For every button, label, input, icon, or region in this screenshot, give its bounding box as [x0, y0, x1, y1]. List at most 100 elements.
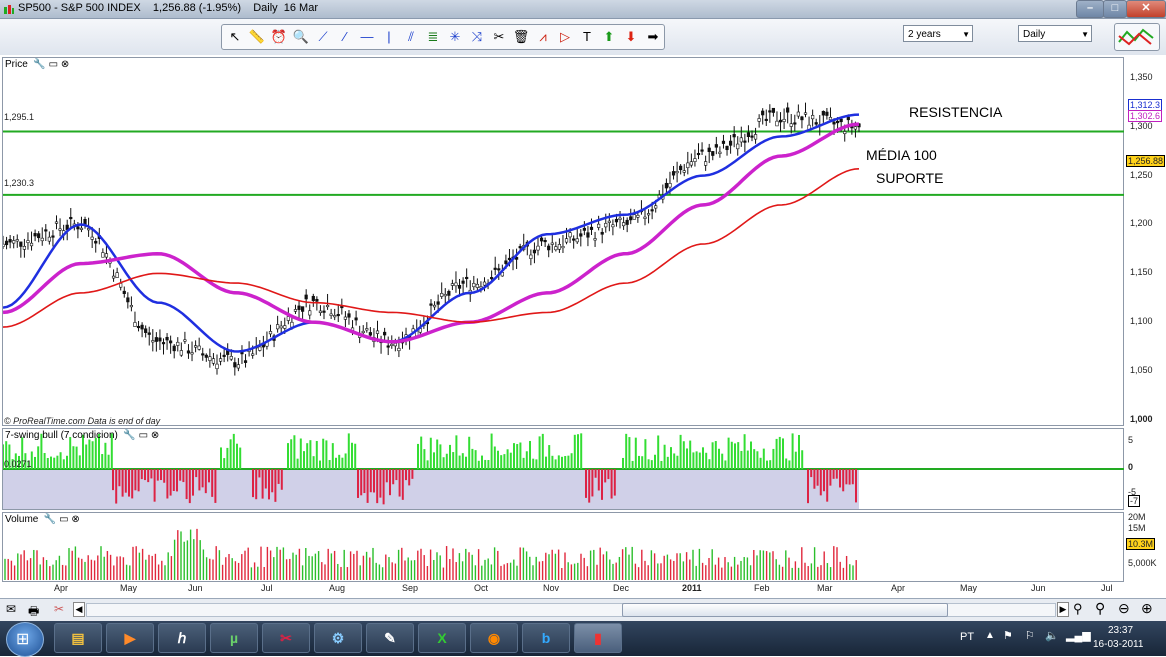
price-candle	[179, 350, 183, 356]
price-candle	[354, 317, 358, 321]
star-icon[interactable]: ✳	[444, 26, 466, 48]
tray-expand-icon[interactable]: ▲	[985, 630, 995, 641]
taskbar-excel[interactable]: X	[418, 623, 466, 653]
line-icon[interactable]: ⟋	[312, 26, 334, 48]
x-axis-tick: Jun	[1031, 583, 1046, 593]
price-candle	[336, 314, 340, 317]
price-candle	[846, 116, 850, 121]
price-candle	[325, 304, 330, 308]
start-button[interactable]: ⊞	[6, 622, 44, 657]
trash-icon[interactable]: 🗑	[510, 26, 532, 48]
vertical-line-icon[interactable]: |	[378, 26, 400, 48]
indicators-button[interactable]	[1114, 23, 1160, 51]
taskbar-media-player[interactable]: ▶	[106, 623, 154, 653]
mail-icon[interactable]: ✉	[6, 602, 16, 616]
price-candle	[4, 240, 9, 246]
flag-icon[interactable]: ⚐	[1025, 629, 1035, 642]
scissors-icon[interactable]: ✂	[488, 26, 510, 48]
close-panel-icon[interactable]: ⊗	[151, 430, 159, 441]
price-candle	[133, 322, 137, 327]
language-indicator[interactable]: PT	[960, 631, 974, 643]
scroll-thumb[interactable]	[622, 603, 948, 617]
price-candle	[550, 242, 554, 245]
price-candle	[554, 246, 558, 251]
close-button[interactable]: ✕	[1126, 0, 1166, 18]
window-icon[interactable]: ▭	[139, 430, 148, 441]
price-candle	[172, 345, 176, 352]
price-y-tick: 1,150	[1130, 267, 1153, 278]
price-candle	[236, 364, 241, 369]
tray-app-icon[interactable]: ⚑	[1003, 629, 1013, 642]
period-select[interactable]: 2 years ▼	[903, 25, 973, 42]
zoom-icon[interactable]: 🔍	[290, 26, 312, 48]
ruler-icon[interactable]: 📏	[246, 26, 268, 48]
wrench-icon[interactable]: 🔧	[44, 514, 56, 525]
pointer-icon[interactable]: ↖	[224, 26, 246, 48]
swing-icon[interactable]: ⤨	[466, 26, 488, 48]
close-panel-icon[interactable]: ⊗	[71, 514, 79, 525]
taskbar-browser[interactable]: b	[522, 623, 570, 653]
auto-scale-icon[interactable]: ⚲	[1073, 601, 1083, 617]
scroll-right-button[interactable]: ▶	[1057, 602, 1069, 617]
price-candle	[147, 332, 151, 335]
window-icon[interactable]: ▭	[59, 514, 68, 525]
zoom-in-icon[interactable]: ⊕	[1141, 600, 1153, 617]
fibonacci-icon[interactable]: ≣	[422, 26, 444, 48]
arrow-right-icon[interactable]: ➡	[642, 26, 664, 48]
price-candle	[12, 240, 16, 244]
price-candle	[743, 140, 747, 143]
price-candle	[632, 214, 636, 220]
taskbar-firefox[interactable]: ◉	[470, 623, 518, 653]
price-candle	[183, 339, 187, 342]
interval-select[interactable]: Daily ▼	[1018, 25, 1092, 42]
alarm-icon[interactable]: ⏰	[268, 26, 290, 48]
taskbar-utorrent[interactable]: µ	[210, 623, 258, 653]
taskbar-prorealtime[interactable]: ▮	[574, 623, 622, 653]
app-icon	[4, 5, 14, 14]
price-candle	[140, 324, 144, 330]
wrench-icon[interactable]: 🔧	[123, 430, 135, 441]
price-candle	[853, 126, 858, 130]
interval-value: Daily	[1023, 29, 1046, 40]
scroll-left-button[interactable]: ◀	[73, 602, 85, 617]
price-candle	[825, 111, 829, 116]
price-y-tick: 1,050	[1130, 365, 1153, 376]
zoom-fit-icon[interactable]: ⚲	[1095, 600, 1105, 617]
price-candle	[771, 107, 775, 113]
price-candle	[279, 325, 283, 329]
price-candle	[686, 162, 690, 169]
taskbar-hp[interactable]: ℎ	[158, 623, 206, 653]
indicators-icon	[1118, 28, 1154, 46]
text-icon[interactable]: T	[576, 26, 598, 48]
network-icon[interactable]: ▂▄▆	[1066, 629, 1091, 642]
arrow-down-icon[interactable]: ⬇	[620, 26, 642, 48]
volume-chart[interactable]	[3, 513, 1124, 581]
swing-chart[interactable]	[3, 429, 1124, 509]
arrow-up-icon[interactable]: ⬆	[598, 26, 620, 48]
taskbar-explorer[interactable]: ▤	[54, 623, 102, 653]
trend-channel-icon[interactable]: ⫽	[400, 26, 422, 48]
pattern-icon[interactable]: ⩘	[532, 26, 554, 48]
horizontal-line-icon[interactable]: —	[356, 26, 378, 48]
scissors-icon[interactable]: ✂	[54, 602, 64, 616]
segment-icon[interactable]: ∕	[334, 26, 356, 48]
price-chart[interactable]	[3, 58, 1124, 425]
price-candle	[115, 272, 119, 278]
maximize-button[interactable]: □	[1103, 0, 1127, 18]
triangle-icon[interactable]: ▷	[554, 26, 576, 48]
clock-time[interactable]: 23:37	[1108, 625, 1133, 636]
taskbar-network[interactable]: ⚙	[314, 623, 362, 653]
price-candle	[832, 121, 836, 125]
zoom-out-icon[interactable]: ⊖	[1118, 600, 1130, 617]
price-candle	[679, 165, 683, 171]
price-candle	[757, 118, 761, 122]
taskbar-paint[interactable]: ✎	[366, 623, 414, 653]
volume-icon[interactable]: 🔈	[1045, 629, 1059, 642]
volume-panel-title: Volume 🔧 ▭ ⊗	[5, 514, 80, 525]
taskbar-tool[interactable]: ✂	[262, 623, 310, 653]
price-candle	[629, 216, 633, 221]
price-candle	[211, 358, 216, 364]
clock-date[interactable]: 16-03-2011	[1093, 639, 1143, 650]
minimize-button[interactable]: –	[1076, 0, 1104, 18]
print-icon[interactable]: 🖶	[28, 602, 39, 623]
